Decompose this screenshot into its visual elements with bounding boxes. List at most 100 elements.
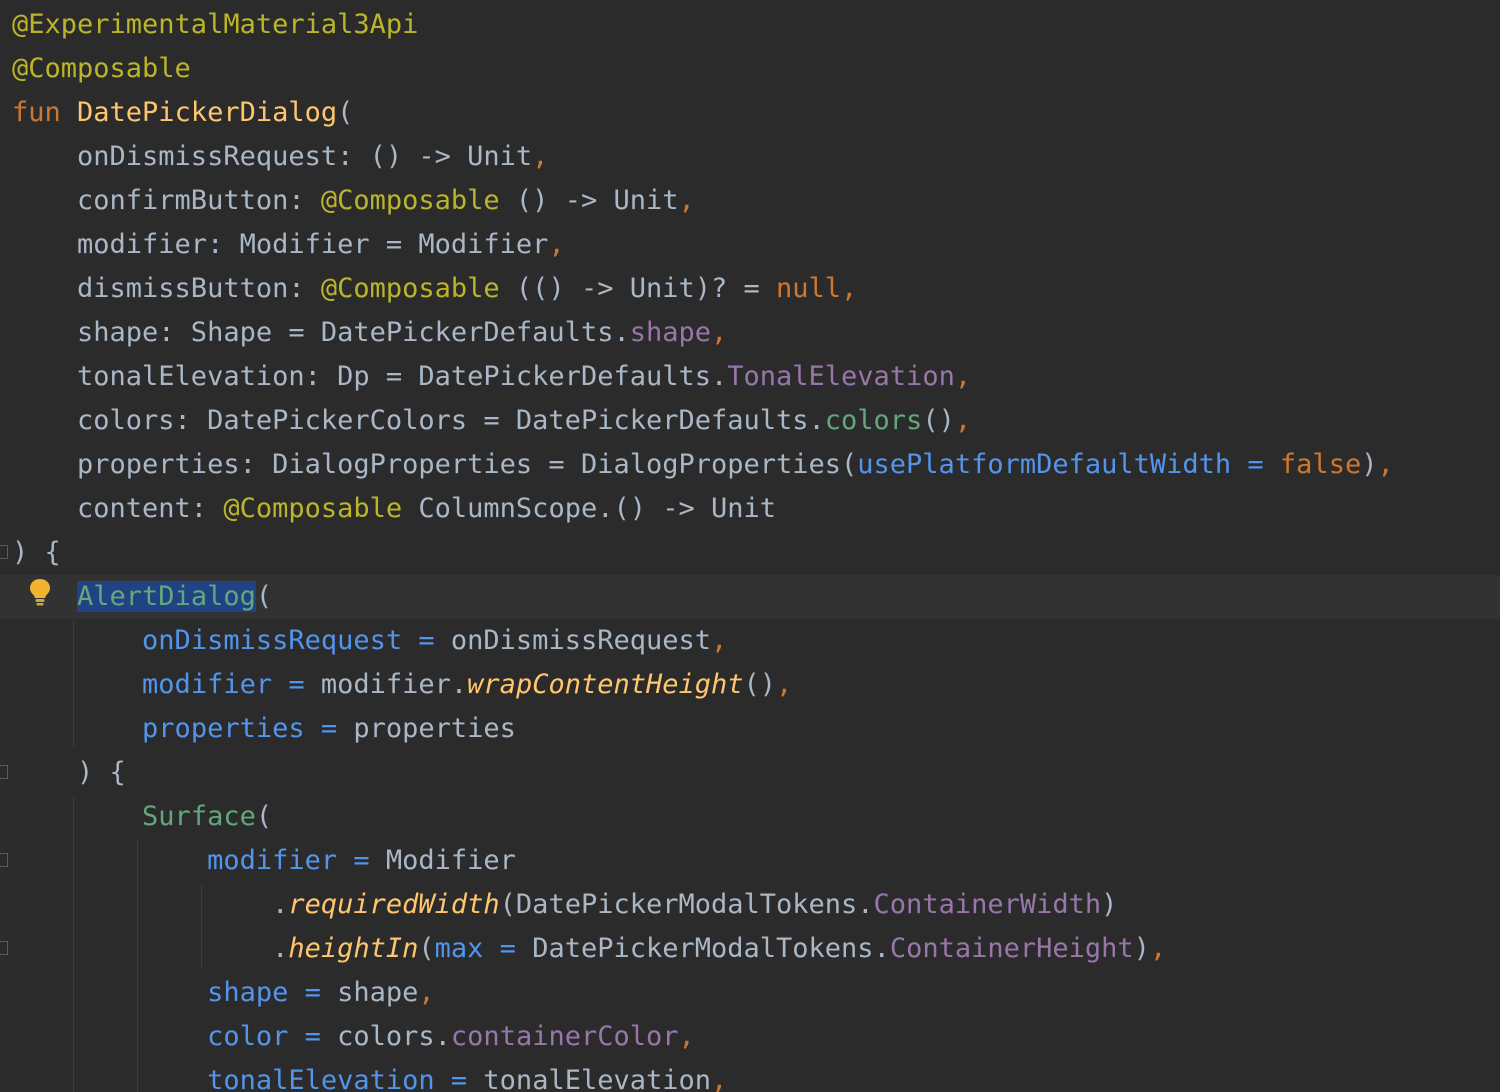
code-token: ,: [776, 669, 792, 700]
code-token: modifier =: [142, 669, 321, 700]
code-token: null,: [776, 273, 857, 304]
code-token: modifier =: [207, 845, 386, 876]
code-line[interactable]: properties = properties: [12, 707, 516, 751]
code-token: modifier: Modifier = Modifier: [12, 229, 548, 260]
code-token: ): [1134, 933, 1150, 964]
code-line[interactable]: @Composable: [12, 47, 191, 91]
code-line[interactable]: onDismissRequest = onDismissRequest,: [12, 619, 727, 663]
code-line[interactable]: properties: DialogProperties = DialogPro…: [12, 443, 1394, 487]
code-token: [12, 1065, 207, 1092]
code-token: DatePickerDialog: [77, 97, 337, 128]
code-token: properties: [353, 713, 516, 744]
code-token: [12, 625, 142, 656]
code-token: tonalElevation: Dp = DatePickerDefaults.: [12, 361, 727, 392]
selected-token: AlertDialog: [77, 581, 256, 612]
code-line[interactable]: color = colors.containerColor,: [12, 1015, 695, 1059]
code-line[interactable]: colors: DatePickerColors = DatePickerDef…: [12, 399, 971, 443]
code-token: ,: [955, 361, 971, 392]
code-token: ): [1361, 449, 1377, 480]
code-line[interactable]: modifier = modifier.wrapContentHeight(),: [12, 663, 792, 707]
code-token: [12, 801, 142, 832]
code-line[interactable]: .requiredWidth(DatePickerModalTokens.Con…: [12, 883, 1117, 927]
code-token: @Composable: [12, 53, 191, 84]
code-token: shape: Shape = DatePickerDefaults.: [12, 317, 630, 348]
code-token: [12, 669, 142, 700]
code-token: usePlatformDefaultWidth =: [857, 449, 1280, 480]
code-token: Modifier: [386, 845, 516, 876]
code-token: [12, 581, 77, 612]
code-token: color =: [207, 1021, 337, 1052]
code-token: TonalElevation: [727, 361, 955, 392]
code-token: ContainerWidth: [874, 889, 1102, 920]
code-token: [12, 713, 142, 744]
code-token: ColumnScope.() -> Unit: [402, 493, 776, 524]
code-token: colors: DatePickerColors = DatePickerDef…: [12, 405, 825, 436]
code-token: content:: [12, 493, 223, 524]
code-token: ,: [711, 1065, 727, 1092]
code-token: .: [12, 889, 288, 920]
code-token: confirmButton:: [12, 185, 321, 216]
code-token: properties =: [142, 713, 353, 744]
code-token: ,: [711, 317, 727, 348]
code-token: .: [12, 933, 288, 964]
code-token: (: [418, 933, 434, 964]
code-line[interactable]: @ExperimentalMaterial3Api: [12, 3, 418, 47]
code-token: (: [256, 581, 272, 612]
code-token: ) {: [12, 757, 126, 788]
code-token: containerColor: [451, 1021, 679, 1052]
code-line[interactable]: tonalElevation: Dp = DatePickerDefaults.…: [12, 355, 971, 399]
code-line[interactable]: confirmButton: @Composable () -> Unit,: [12, 179, 695, 223]
code-token: heightIn: [288, 933, 418, 964]
code-token: ,: [955, 405, 971, 436]
code-line[interactable]: content: @Composable ColumnScope.() -> U…: [12, 487, 776, 531]
code-line[interactable]: dismissButton: @Composable (() -> Unit)?…: [12, 267, 857, 311]
code-line[interactable]: AlertDialog(: [12, 575, 272, 619]
code-token: ,: [532, 141, 548, 172]
fold-marker-icon[interactable]: [0, 765, 8, 779]
code-token: fun: [12, 97, 77, 128]
code-token: ,: [678, 185, 694, 216]
code-token: () -> Unit: [500, 185, 679, 216]
code-token: ): [1101, 889, 1117, 920]
code-line[interactable]: ) {: [12, 531, 61, 575]
code-line[interactable]: modifier = Modifier: [12, 839, 516, 883]
code-line[interactable]: fun DatePickerDialog(: [12, 91, 353, 135]
code-token: [12, 1021, 207, 1052]
code-line[interactable]: shape: Shape = DatePickerDefaults.shape,: [12, 311, 727, 355]
code-token: max =: [435, 933, 533, 964]
code-token: shape =: [207, 977, 337, 1008]
code-token: (: [256, 801, 272, 832]
code-token: dismissButton:: [12, 273, 321, 304]
code-token: @ExperimentalMaterial3Api: [12, 9, 418, 40]
code-token: (DatePickerModalTokens.: [500, 889, 874, 920]
code-line[interactable]: .heightIn(max = DatePickerModalTokens.Co…: [12, 927, 1166, 971]
code-line[interactable]: shape = shape,: [12, 971, 435, 1015]
code-token: false: [1280, 449, 1361, 480]
code-token: (): [922, 405, 955, 436]
code-line[interactable]: ) {: [12, 751, 126, 795]
code-token: ,: [1377, 449, 1393, 480]
code-line[interactable]: tonalElevation = tonalElevation,: [12, 1059, 727, 1092]
fold-marker-icon[interactable]: [0, 545, 8, 559]
code-token: onDismissRequest: [451, 625, 711, 656]
code-line[interactable]: modifier: Modifier = Modifier,: [12, 223, 565, 267]
code-token: tonalElevation: [483, 1065, 711, 1092]
code-line[interactable]: onDismissRequest: () -> Unit,: [12, 135, 548, 179]
code-token: ContainerHeight: [890, 933, 1134, 964]
code-token: colors.: [337, 1021, 451, 1052]
code-token: colors: [825, 405, 923, 436]
code-token: [12, 977, 207, 1008]
code-token: ,: [418, 977, 434, 1008]
fold-marker-icon[interactable]: [0, 941, 8, 955]
code-token: @Composable: [223, 493, 402, 524]
code-token: DatePickerModalTokens.: [532, 933, 890, 964]
code-token: requiredWidth: [288, 889, 499, 920]
code-token: shape: [630, 317, 711, 348]
code-line[interactable]: Surface(: [12, 795, 272, 839]
code-token: Surface: [142, 801, 256, 832]
code-token: tonalElevation =: [207, 1065, 483, 1092]
fold-marker-icon[interactable]: [0, 853, 8, 867]
code-token: (: [337, 97, 353, 128]
code-editor[interactable]: @ExperimentalMaterial3Api @Composable fun …: [0, 0, 1500, 1092]
code-token: [12, 845, 207, 876]
